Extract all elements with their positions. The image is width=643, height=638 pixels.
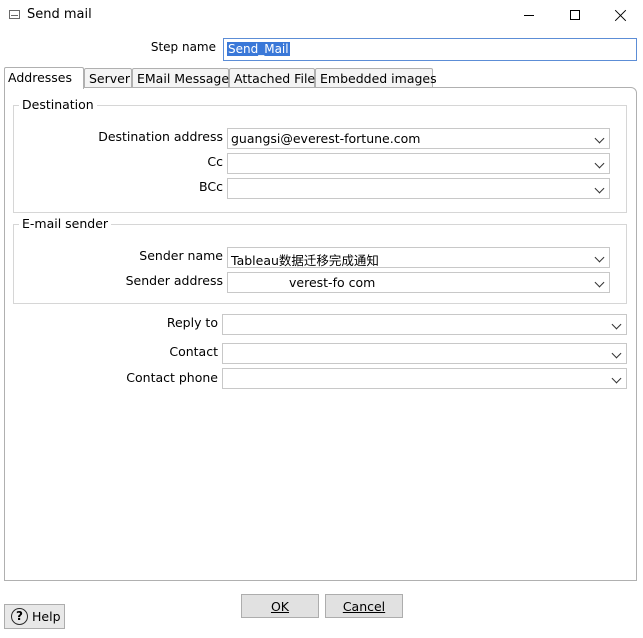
chevron-down-icon[interactable] — [594, 252, 605, 263]
mail-icon — [9, 10, 20, 19]
cancel-button-label: Cancel — [342, 599, 386, 614]
tab-server[interactable]: Server — [84, 68, 132, 88]
help-button-label: Help — [32, 609, 61, 624]
bcc-label: BCc — [199, 179, 223, 194]
reply-to-combo[interactable] — [222, 314, 627, 335]
contact-phone-combo[interactable] — [222, 368, 627, 389]
bcc-combo[interactable] — [227, 178, 610, 199]
question-mark-icon: ? — [11, 608, 28, 625]
tab-email-message[interactable]: EMail Message — [132, 68, 229, 88]
ok-button[interactable]: OK — [241, 594, 319, 618]
tab-addresses[interactable]: Addresses — [4, 67, 84, 89]
sender-address-label: Sender address — [125, 273, 223, 288]
sender-address-combo[interactable]: verest-fo com — [227, 272, 610, 293]
title-bar: Send mail — [0, 0, 643, 30]
ok-button-label: OK — [270, 599, 290, 614]
email-sender-group-title: E-mail sender — [19, 216, 112, 231]
chevron-down-icon[interactable] — [611, 373, 622, 384]
destination-address-label: Destination address — [98, 129, 223, 144]
sender-address-value: verest-fo com — [289, 275, 376, 290]
minimize-icon — [524, 14, 534, 16]
tab-embedded-images[interactable]: Embedded images — [315, 68, 437, 88]
close-button[interactable] — [597, 0, 643, 30]
maximize-button[interactable] — [552, 0, 598, 30]
chevron-down-icon[interactable] — [611, 348, 622, 359]
chevron-down-icon[interactable] — [594, 183, 605, 194]
minimize-button[interactable] — [506, 0, 552, 30]
chevron-down-icon[interactable] — [594, 133, 605, 144]
sender-name-label: Sender name — [139, 248, 223, 263]
chevron-down-icon[interactable] — [594, 158, 605, 169]
cancel-button[interactable]: Cancel — [325, 594, 403, 618]
close-icon — [614, 9, 627, 22]
step-name-input[interactable]: Send_Mail — [223, 38, 637, 61]
destination-group-title: Destination — [19, 97, 97, 112]
step-name-value: Send_Mail — [227, 42, 290, 56]
help-button[interactable]: ? Help — [4, 604, 65, 629]
maximize-icon — [570, 10, 580, 20]
chevron-down-icon[interactable] — [594, 277, 605, 288]
window-title: Send mail — [27, 7, 92, 22]
cc-combo[interactable] — [227, 153, 610, 174]
contact-combo[interactable] — [222, 343, 627, 364]
reply-to-label: Reply to — [166, 315, 218, 330]
sender-name-value: Tableau数据迁移完成通知 — [231, 253, 379, 268]
redaction-mask — [229, 129, 399, 133]
step-name-label: Step name — [150, 40, 216, 54]
sender-name-combo[interactable]: Tableau数据迁移完成通知 — [227, 247, 610, 268]
tab-attached-files[interactable]: Attached Files — [229, 68, 322, 88]
chevron-down-icon[interactable] — [611, 319, 622, 330]
contact-label: Contact — [169, 344, 218, 359]
cc-label: Cc — [207, 154, 223, 169]
contact-phone-label: Contact phone — [126, 370, 218, 385]
